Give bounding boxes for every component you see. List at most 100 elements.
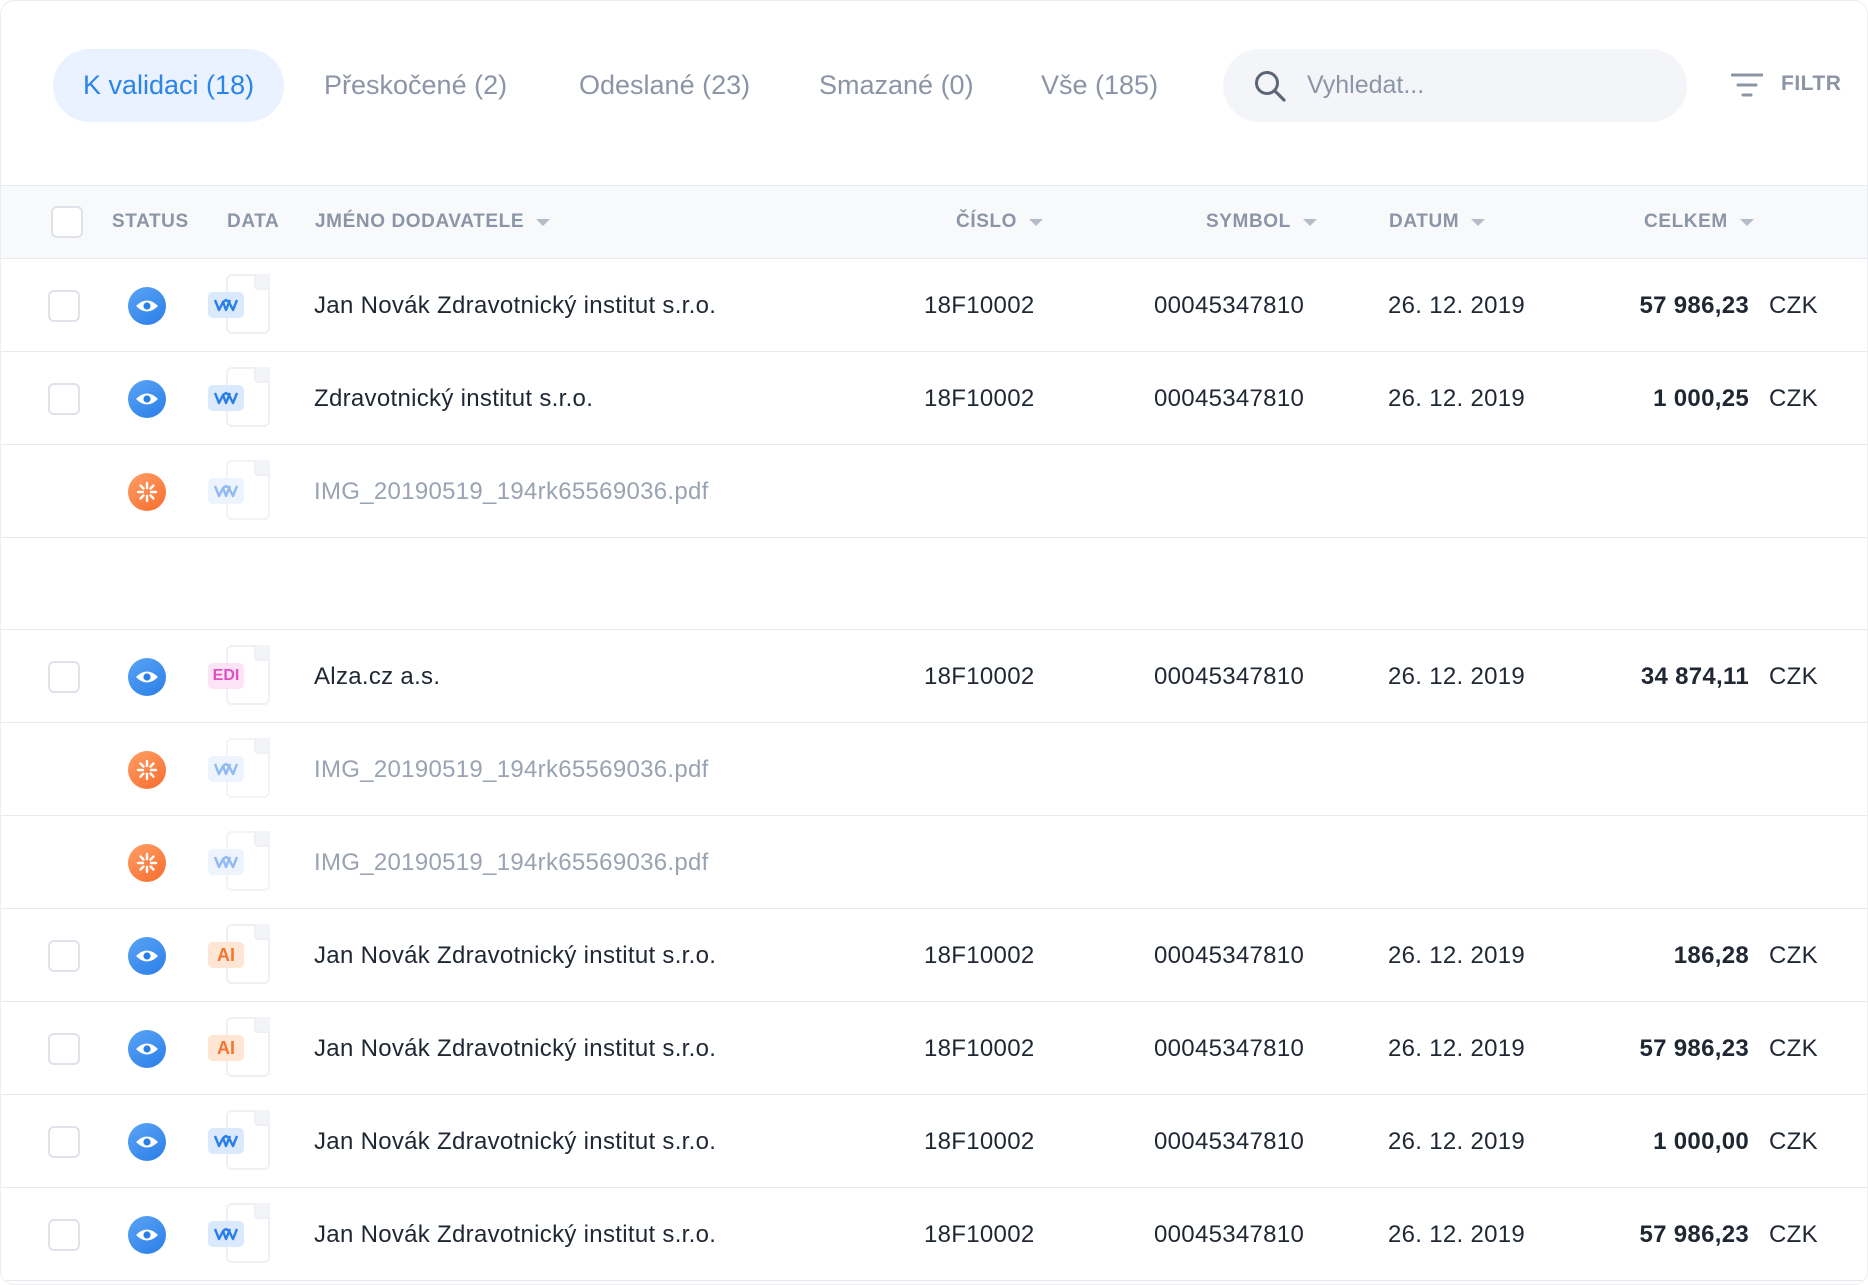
document-thumbnail[interactable] — [208, 274, 274, 336]
w-logo-icon — [208, 478, 244, 504]
document-thumbnail[interactable]: AI — [208, 924, 274, 986]
invoice-date: 26. 12. 2019 — [1388, 663, 1526, 690]
column-data: DATA — [227, 211, 280, 232]
table-row[interactable]: IMG_20190519_194rk65569036.pdf — [1, 816, 1867, 909]
row-checkbox[interactable] — [48, 940, 80, 972]
tab-smazane[interactable]: Smazané (0) — [819, 49, 974, 122]
w-logo-icon — [208, 849, 244, 875]
sort-caret-icon — [1029, 218, 1044, 226]
document-thumbnail[interactable] — [208, 831, 274, 893]
supplier-name: Alza.cz a.s. — [314, 663, 441, 690]
invoice-date: 26. 12. 2019 — [1388, 1221, 1526, 1248]
row-checkbox[interactable] — [48, 1219, 80, 1251]
supplier-name: Jan Novák Zdravotnický institut s.r.o. — [314, 1128, 717, 1155]
invoice-number: 18F10002 — [924, 385, 1035, 412]
ai-badge: AI — [208, 942, 244, 968]
table-row[interactable]: Zdravotnický institut s.r.o. 18F10002 00… — [1, 352, 1867, 445]
document-thumbnail[interactable] — [208, 367, 274, 429]
total-amount: 1 000,25 — [1653, 385, 1749, 412]
total-amount: 57 986,23 — [1639, 1221, 1749, 1248]
invoice-date: 26. 12. 2019 — [1388, 292, 1526, 319]
eye-icon[interactable] — [128, 1030, 166, 1068]
w-logo-icon — [208, 385, 244, 411]
empty-row — [1, 538, 1867, 630]
variable-symbol: 00045347810 — [1154, 1221, 1305, 1248]
table-row[interactable]: AI Jan Novák Zdravotnický institut s.r.o… — [1, 1002, 1867, 1095]
tab-vse[interactable]: Vše (185) — [1041, 49, 1158, 122]
variable-symbol: 00045347810 — [1154, 385, 1305, 412]
invoice-number: 18F10002 — [924, 942, 1035, 969]
sort-caret-icon — [1739, 218, 1754, 226]
column-status: STATUS — [112, 211, 189, 232]
eye-icon[interactable] — [128, 1216, 166, 1254]
invoice-date: 26. 12. 2019 — [1388, 1128, 1526, 1155]
total-amount: 34 874,11 — [1640, 663, 1749, 690]
variable-symbol: 00045347810 — [1154, 1035, 1305, 1062]
total-amount: 57 986,23 — [1639, 292, 1749, 319]
currency: CZK — [1769, 1221, 1818, 1248]
table-row[interactable]: Jan Novák Zdravotnický institut s.r.o. 1… — [1, 1095, 1867, 1188]
currency: CZK — [1769, 663, 1818, 690]
table-row[interactable]: IMG_20190519_194rk65569036.pdf — [1, 723, 1867, 816]
eye-icon[interactable] — [128, 1123, 166, 1161]
total-amount: 1 000,00 — [1653, 1128, 1749, 1155]
toolbar: K validaci (18) Přeskočené (2) Odeslané … — [1, 1, 1867, 185]
variable-symbol: 00045347810 — [1154, 1128, 1305, 1155]
invoice-date: 26. 12. 2019 — [1388, 1035, 1526, 1062]
column-datum[interactable]: DATUM — [1389, 211, 1486, 233]
search-box[interactable] — [1223, 49, 1687, 122]
filter-icon — [1731, 73, 1763, 97]
total-amount: 57 986,23 — [1639, 1035, 1749, 1062]
row-checkbox[interactable] — [48, 1033, 80, 1065]
select-all-checkbox[interactable] — [51, 206, 83, 238]
ai-badge: AI — [208, 1035, 244, 1061]
currency: CZK — [1769, 1035, 1818, 1062]
w-logo-icon — [208, 292, 244, 318]
column-symbol[interactable]: SYMBOL — [1206, 211, 1317, 233]
w-logo-icon — [208, 756, 244, 782]
row-checkbox[interactable] — [48, 290, 80, 322]
document-thumbnail[interactable] — [208, 738, 274, 800]
processing-icon — [128, 844, 166, 882]
tab-odeslane[interactable]: Odeslané (23) — [579, 49, 750, 122]
sort-caret-icon — [1302, 218, 1317, 226]
supplier-name: Jan Novák Zdravotnický institut s.r.o. — [314, 942, 717, 969]
eye-icon[interactable] — [128, 937, 166, 975]
invoice-date: 26. 12. 2019 — [1388, 385, 1526, 412]
currency: CZK — [1769, 942, 1818, 969]
row-checkbox[interactable] — [48, 1126, 80, 1158]
invoice-table: STATUS DATA JMÉNO DODAVATELE ČÍSLO SYMBO… — [1, 185, 1867, 1281]
document-thumbnail[interactable] — [208, 1110, 274, 1172]
supplier-name: Zdravotnický institut s.r.o. — [314, 385, 594, 412]
document-thumbnail[interactable] — [208, 1203, 274, 1265]
table-row[interactable]: IMG_20190519_194rk65569036.pdf — [1, 445, 1867, 538]
document-thumbnail[interactable]: AI — [208, 1017, 274, 1079]
table-header: STATUS DATA JMÉNO DODAVATELE ČÍSLO SYMBO… — [1, 185, 1867, 259]
table-row[interactable]: AI Jan Novák Zdravotnický institut s.r.o… — [1, 909, 1867, 1002]
table-row[interactable]: Jan Novák Zdravotnický institut s.r.o. 1… — [1, 1188, 1867, 1281]
eye-icon[interactable] — [128, 380, 166, 418]
invoice-number: 18F10002 — [924, 663, 1035, 690]
eye-icon[interactable] — [128, 287, 166, 325]
file-name: IMG_20190519_194rk65569036.pdf — [314, 756, 709, 783]
column-celkem[interactable]: CELKEM — [1644, 211, 1754, 233]
tab-preskocene[interactable]: Přeskočené (2) — [324, 49, 507, 122]
file-name: IMG_20190519_194rk65569036.pdf — [314, 849, 709, 876]
column-name[interactable]: JMÉNO DODAVATELE — [315, 211, 551, 233]
search-input[interactable] — [1307, 49, 1667, 122]
invoice-number: 18F10002 — [924, 292, 1035, 319]
supplier-name: Jan Novák Zdravotnický institut s.r.o. — [314, 292, 717, 319]
document-thumbnail[interactable]: EDI — [208, 645, 274, 707]
w-logo-icon — [208, 1128, 244, 1154]
row-checkbox[interactable] — [48, 661, 80, 693]
eye-icon[interactable] — [128, 658, 166, 696]
document-thumbnail[interactable] — [208, 460, 274, 522]
row-checkbox[interactable] — [48, 383, 80, 415]
currency: CZK — [1769, 1128, 1818, 1155]
filter-label: FILTR — [1781, 72, 1842, 95]
tab-k-validaci[interactable]: K validaci (18) — [53, 49, 285, 122]
search-icon — [1255, 71, 1286, 102]
table-row[interactable]: EDI Alza.cz a.s. 18F10002 00045347810 26… — [1, 630, 1867, 723]
column-cislo[interactable]: ČÍSLO — [956, 211, 1044, 233]
table-row[interactable]: Jan Novák Zdravotnický institut s.r.o. 1… — [1, 259, 1867, 352]
